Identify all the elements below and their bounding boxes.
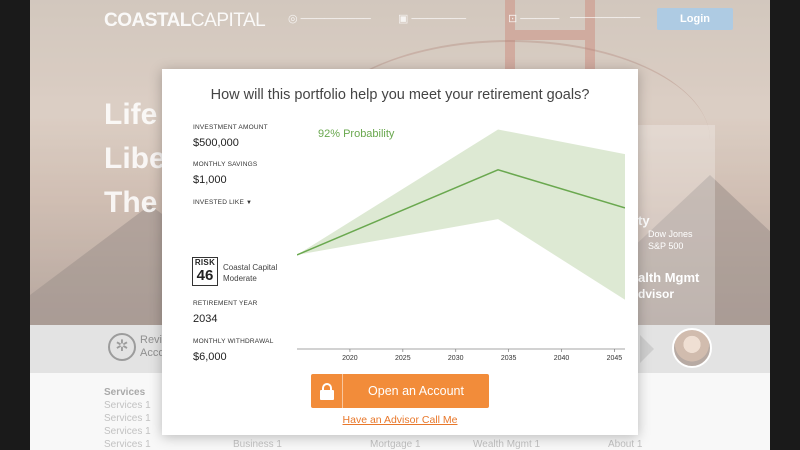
assumptions-panel: INVESTMENT AMOUNT $500,000 MONTHLY SAVIN… [184,117,297,363]
monthly-withdrawal-label: MONTHLY WITHDRAWAL [193,338,274,345]
open-account-button[interactable]: Open an Account [311,374,489,408]
monthly-savings-label: MONTHLY SAVINGS [193,161,258,168]
x-tick-label: 2025 [395,355,411,362]
retirement-goals-modal: How will this portfolio help you meet yo… [162,69,638,435]
risk-score-badge: RISK 46 [192,257,218,286]
probability-label: 92% Probability [318,128,395,140]
modal-title: How will this portfolio help you meet yo… [210,87,590,103]
retirement-year-value[interactable]: 2034 [193,313,217,325]
x-tick-label: 2035 [501,355,517,362]
risk-score: 46 [196,267,214,284]
investment-amount-label: INVESTMENT AMOUNT [193,124,268,131]
x-tick-label: 2045 [607,355,623,362]
monthly-withdrawal-value[interactable]: $6,000 [193,351,227,363]
open-account-label: Open an Account [368,384,464,398]
invested-like-label: INVESTED LIKE [193,199,245,206]
projection-chart-svg: 2020 2025 2030 2035 2040 2045 [297,129,625,362]
projection-chart: 2020 2025 2030 2035 2040 2045 92% Probability [297,117,625,367]
lock-icon [311,374,343,408]
advisor-call-link[interactable]: Have an Advisor Call Me [162,414,638,426]
retirement-year-label: RETIREMENT YEAR [193,300,258,307]
risk-portfolio-name: Coastal Capital Moderate [223,263,278,283]
investment-amount-value[interactable]: $500,000 [193,137,239,149]
invested-like-dropdown[interactable]: INVESTED LIKE ▼ [193,199,252,206]
caret-down-icon: ▼ [246,200,253,206]
monthly-savings-value[interactable]: $1,000 [193,174,227,186]
x-tick-label: 2030 [448,355,464,362]
x-tick-label: 2040 [554,355,570,362]
confidence-band [297,129,625,300]
x-tick-label: 2020 [342,355,358,362]
